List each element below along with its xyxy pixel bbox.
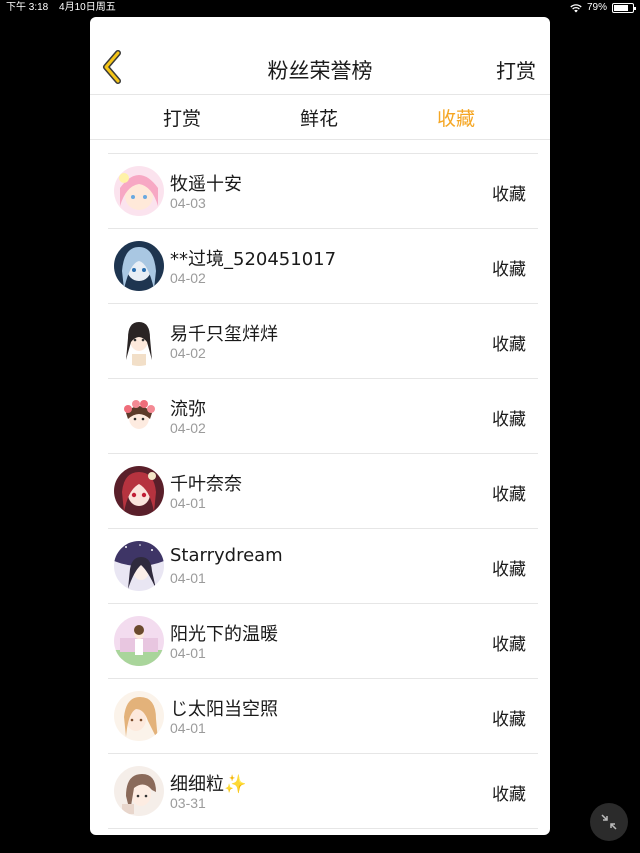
fan-action: 收藏 bbox=[492, 635, 526, 655]
avatar bbox=[114, 166, 164, 216]
fan-date: 04-03 bbox=[170, 195, 206, 211]
list-item[interactable]: 流弥 04-02 收藏 bbox=[108, 379, 538, 454]
fan-date: 03-31 bbox=[170, 795, 206, 811]
fan-date: 04-01 bbox=[170, 645, 206, 661]
fan-date: 04-01 bbox=[170, 720, 206, 736]
status-date: 4月10日周五 bbox=[59, 2, 116, 13]
list-item[interactable]: 千叶奈奈 04-01 收藏 bbox=[108, 454, 538, 529]
fan-action: 收藏 bbox=[492, 485, 526, 505]
fan-action: 收藏 bbox=[492, 710, 526, 730]
status-time: 下午 3:18 bbox=[6, 2, 49, 13]
battery-level bbox=[614, 5, 629, 11]
avatar bbox=[114, 466, 164, 516]
status-right: 79% bbox=[570, 0, 636, 16]
page-title: 粉丝荣誉榜 bbox=[267, 59, 373, 83]
avatar bbox=[114, 691, 164, 741]
fan-date: 04-02 bbox=[170, 270, 206, 286]
avatar bbox=[114, 241, 164, 291]
fan-name: じ太阳当空照 bbox=[170, 699, 278, 720]
status-left: 下午 3:18 4月10日周五 bbox=[6, 0, 124, 16]
wifi-icon bbox=[570, 4, 582, 13]
fan-date: 04-02 bbox=[170, 420, 206, 436]
header: 粉丝荣誉榜 打赏 bbox=[90, 17, 550, 95]
fan-name: **过境_520451017 bbox=[170, 249, 337, 270]
battery-percent: 79% bbox=[586, 2, 607, 13]
tab-bar: 打赏 鲜花 收藏 bbox=[90, 96, 550, 140]
fan-name: 细细粒✨ bbox=[170, 774, 247, 795]
fans-honor-panel: 粉丝荣誉榜 打赏 打赏 鲜花 收藏 牧遥十安 04-03 收藏 **过境_520… bbox=[90, 17, 550, 835]
fan-name: 千叶奈奈 bbox=[170, 474, 242, 495]
list-item[interactable]: じ太阳当空照 04-01 收藏 bbox=[108, 679, 538, 754]
tab-favorites[interactable]: 收藏 bbox=[416, 104, 496, 131]
status-bar: 下午 3:18 4月10日周五 79% bbox=[0, 0, 640, 16]
fan-name: 流弥 bbox=[170, 399, 206, 420]
fan-action: 收藏 bbox=[492, 335, 526, 355]
fan-name: 易千只玺烊烊 bbox=[170, 324, 278, 345]
collapse-icon bbox=[601, 814, 617, 830]
fan-date: 04-01 bbox=[170, 570, 206, 586]
fan-action: 收藏 bbox=[492, 185, 526, 205]
tab-flowers[interactable]: 鲜花 bbox=[279, 104, 359, 131]
fan-name: 阳光下的温暖 bbox=[170, 624, 278, 645]
reward-button[interactable]: 打赏 bbox=[496, 55, 536, 84]
avatar bbox=[114, 616, 164, 666]
collapse-button[interactable] bbox=[590, 803, 628, 841]
list-item[interactable]: Starrydream 04-01 收藏 bbox=[108, 529, 538, 604]
avatar bbox=[114, 766, 164, 816]
list-item[interactable]: 阳光下的温暖 04-01 收藏 bbox=[108, 604, 538, 679]
fan-action: 收藏 bbox=[492, 785, 526, 805]
battery-icon bbox=[612, 3, 636, 13]
fan-name: 牧遥十安 bbox=[170, 174, 242, 195]
fan-list: 牧遥十安 04-03 收藏 **过境_520451017 04-02 收藏 易千… bbox=[108, 153, 538, 829]
fan-date: 04-01 bbox=[170, 495, 206, 511]
avatar bbox=[114, 316, 164, 366]
fan-action: 收藏 bbox=[492, 560, 526, 580]
fan-date: 04-02 bbox=[170, 345, 206, 361]
fan-action: 收藏 bbox=[492, 260, 526, 280]
fan-action: 收藏 bbox=[492, 410, 526, 430]
list-item[interactable]: 易千只玺烊烊 04-02 收藏 bbox=[108, 304, 538, 379]
avatar bbox=[114, 391, 164, 441]
tab-reward[interactable]: 打赏 bbox=[142, 104, 222, 131]
avatar bbox=[114, 541, 164, 591]
list-item[interactable]: **过境_520451017 04-02 收藏 bbox=[108, 229, 538, 304]
list-item[interactable]: 细细粒✨ 03-31 收藏 bbox=[108, 754, 538, 829]
fan-name: Starrydream bbox=[170, 545, 283, 566]
list-item[interactable]: 牧遥十安 04-03 收藏 bbox=[108, 154, 538, 229]
